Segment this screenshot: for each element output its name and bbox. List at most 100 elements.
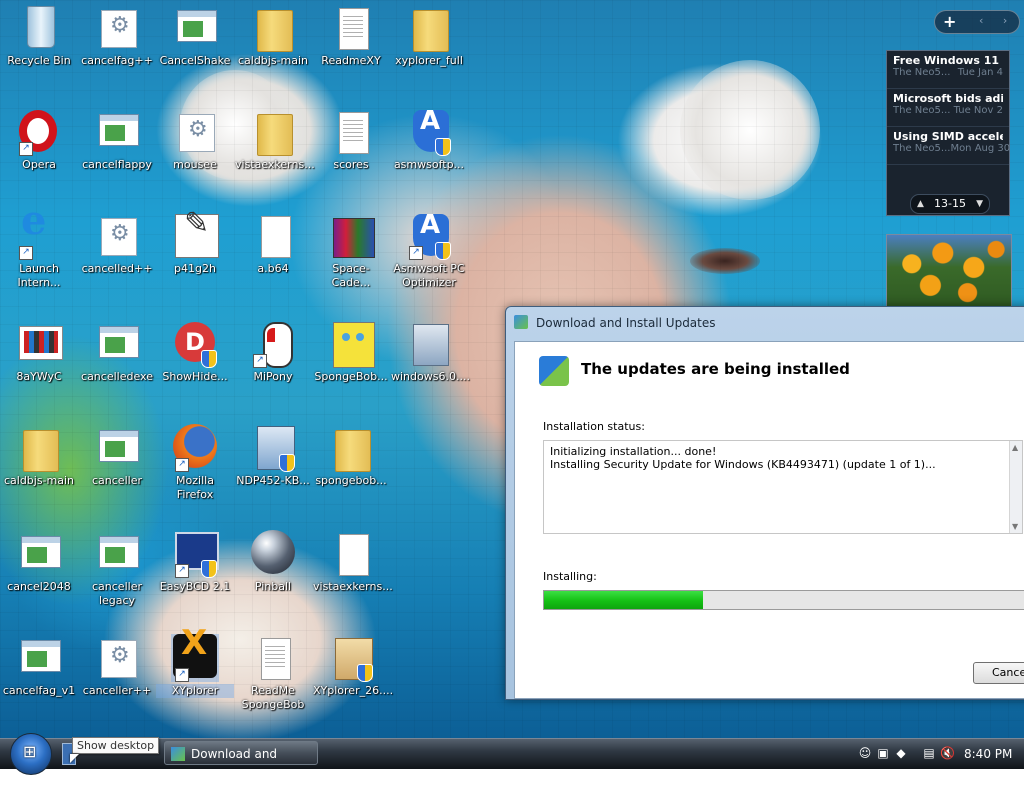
update-window: Download and Install Updates The updates… — [505, 306, 1024, 700]
gear-app-icon: ⚙ — [179, 114, 215, 152]
desktop-icon-cancelshake[interactable]: CancelShake — [156, 4, 234, 68]
gear-app-icon: ⚙ — [101, 640, 137, 678]
add-gadget-button[interactable]: + — [943, 12, 956, 31]
network-icon[interactable]: ▣ — [876, 746, 890, 760]
desktop-icon-mipony[interactable]: ↗ MiPony — [234, 320, 312, 384]
desktop-icon-caldbjs-main[interactable]: caldbjs-main — [234, 4, 312, 68]
gadget-nav-arrows[interactable]: ‹ › — [979, 14, 1015, 27]
sketch-image-icon — [175, 214, 219, 258]
folder-icon — [23, 430, 59, 472]
arrow-up-icon[interactable]: ▲ — [917, 195, 924, 213]
windows-update-icon — [514, 315, 528, 329]
desktop-icon-readmexy[interactable]: ReadmeXY — [312, 4, 390, 68]
desktop-icon-spongebob-1[interactable]: SpongeBob... — [312, 320, 390, 384]
application-icon — [99, 114, 139, 146]
clock[interactable]: 8:40 PM — [964, 747, 1012, 761]
gear-app-icon: ⚙ — [101, 10, 137, 48]
update-installer-icon — [539, 356, 569, 386]
volume-muted-icon[interactable]: 🔇 — [940, 746, 955, 760]
log-scrollbar[interactable]: ▲ ▼ — [1009, 441, 1022, 533]
window-content: The updates are being installed Installa… — [514, 341, 1024, 699]
show-desktop-tooltip: Show desktop — [72, 737, 160, 754]
arrow-down-icon[interactable]: ▼ — [976, 195, 983, 213]
desktop-icon-canceller[interactable]: canceller — [78, 424, 156, 488]
desktop-icon-canceller-legacy[interactable]: canceller legacy — [78, 530, 156, 608]
uac-shield-icon — [201, 560, 217, 578]
feed-pager: ▲ 13-15 ▼ — [910, 194, 990, 214]
feed-item[interactable]: Using SIMD accelera... The Neo5...Mon Au… — [887, 127, 1010, 165]
windows-update-icon — [171, 747, 185, 761]
desktop-icon-8aywyc[interactable]: 8aYWyC — [0, 320, 78, 384]
feed-item[interactable]: Free Windows 11 Re... The Neo5...Tue Jan… — [887, 51, 1009, 89]
feed-item[interactable]: Microsoft bids adieu ... The Neo5...Tue … — [887, 89, 1009, 127]
desktop-icon-asmwsoft-pc-optimizer[interactable]: A ↗ Asmwsoft PC Optimizer — [390, 212, 468, 290]
taskbar-button-download-install-updates[interactable]: Download and Insta... — [164, 741, 318, 785]
desktop-icon-cancelled-plus[interactable]: ⚙ cancelled++ — [78, 212, 156, 276]
shortcut-arrow-icon: ↗ — [175, 668, 189, 682]
cancel-button[interactable]: Cancel — [973, 662, 1024, 684]
users-icon[interactable]: ☺ — [858, 746, 872, 760]
feed-headlines-gadget: Free Windows 11 Re... The Neo5...Tue Jan… — [886, 50, 1010, 216]
application-icon — [99, 536, 139, 568]
desktop-icon-vistaexkerns-file[interactable]: vistaexkerns... — [312, 530, 393, 594]
desktop-icon-easybcd[interactable]: ↗ EasyBCD 2.1 — [156, 530, 234, 594]
desktop-icon-internet-explorer[interactable]: e ↗ Launch Intern... — [0, 197, 78, 290]
internet-explorer-icon: e — [21, 197, 47, 244]
application-icon — [177, 10, 217, 42]
desktop-icon-vistaexkerns-folder[interactable]: vistaexkerns... — [234, 108, 315, 172]
desktop-icon-cancelfag-v1[interactable]: cancelfag_v1 — [0, 634, 78, 698]
shortcut-arrow-icon: ↗ — [175, 458, 189, 472]
taskbar: ⊞ Show desktop Download and Insta... ☺ ▣… — [0, 733, 1024, 785]
desktop-icon-xyplorer[interactable]: ↗ XYplorer — [156, 634, 234, 698]
desktop-icon-showhide[interactable]: D ShowHide... — [156, 320, 234, 384]
desktop-icon-windows6[interactable]: windows6.0.... — [390, 320, 470, 384]
winrar-archive-icon — [333, 218, 375, 258]
installation-status-label: Installation status: — [543, 420, 645, 433]
shortcut-arrow-icon: ↗ — [19, 142, 33, 156]
desktop-icon-recycle-bin[interactable]: Recycle Bin — [0, 4, 78, 68]
uac-shield-icon — [435, 242, 451, 260]
slideshow-gadget[interactable] — [886, 234, 1012, 308]
desktop-icon-a-b64[interactable]: a.b64 — [234, 212, 312, 276]
desktop-icon-readme-spongebob[interactable]: ReadMe SpongeBob — [234, 634, 312, 712]
desktop-icon-cancelfag-plus[interactable]: ⚙ cancelfag++ — [78, 4, 156, 68]
desktop-icon-mozilla-firefox[interactable]: ↗ Mozilla Firefox — [156, 424, 234, 502]
start-button[interactable]: ⊞ — [10, 733, 52, 775]
desktop-icon-ndp452[interactable]: NDP452-KB... — [234, 424, 312, 488]
desktop-icon-cancelledexe[interactable]: cancelledexe — [78, 320, 156, 384]
desktop-icon-spongebob-folder[interactable]: spongebob... — [312, 424, 390, 488]
mouse-cursor-icon — [70, 754, 79, 763]
system-tray: ☺ ▣ ◆ ▤ 🔇 8:40 PM — [852, 739, 1024, 769]
gear-app-icon: ⚙ — [101, 218, 137, 256]
desktop-icon-xyplorer-setup[interactable]: XYplorer_26.... — [312, 634, 393, 698]
log-line: Initializing installation... done! — [550, 445, 717, 458]
recycle-bin-icon — [27, 6, 55, 48]
network-connection-icon[interactable]: ▤ — [922, 746, 936, 760]
uac-shield-icon — [357, 664, 373, 682]
desktop-icon-cancel2048[interactable]: cancel2048 — [0, 530, 78, 594]
folder-icon — [335, 430, 371, 472]
uac-shield-icon — [201, 350, 217, 368]
desktop-icon-asmwsoftp[interactable]: A asmwsoftp... — [390, 108, 468, 172]
desktop-icon-p41g2h[interactable]: p41g2h — [156, 212, 234, 276]
desktop-icon-canceller-plus[interactable]: ⚙ canceller++ — [78, 634, 156, 698]
application-icon — [21, 640, 61, 672]
desktop-icon-scores[interactable]: scores — [312, 108, 390, 172]
window-titlebar[interactable]: Download and Install Updates — [506, 307, 1024, 337]
window-title: Download and Install Updates — [536, 316, 716, 330]
desktop-icon-opera[interactable]: ↗ Opera — [0, 108, 78, 172]
folder-icon — [257, 114, 293, 156]
folder-icon — [257, 10, 293, 52]
desktop-icon-space-cadet[interactable]: Space-Cade... — [312, 212, 390, 290]
desktop-icon-cancelflappy[interactable]: cancelflappy — [78, 108, 156, 172]
shield-icon[interactable]: ◆ — [894, 746, 908, 760]
desktop-icon-xyplorer-full[interactable]: xyplorer_full — [390, 4, 468, 68]
scroll-up-icon[interactable]: ▲ — [1012, 441, 1018, 454]
desktop-icon-caldbjs-main-2[interactable]: caldbjs-main — [0, 424, 78, 488]
shortcut-arrow-icon: ↗ — [253, 354, 267, 368]
desktop-icon-pinball[interactable]: Pinball — [234, 530, 312, 594]
installation-log[interactable]: Initializing installation... done! Insta… — [543, 440, 1023, 534]
image-thumbnail-icon — [19, 326, 63, 360]
scroll-down-icon[interactable]: ▼ — [1012, 520, 1018, 533]
desktop-icon-mousee[interactable]: ⚙ mousee — [156, 108, 234, 172]
